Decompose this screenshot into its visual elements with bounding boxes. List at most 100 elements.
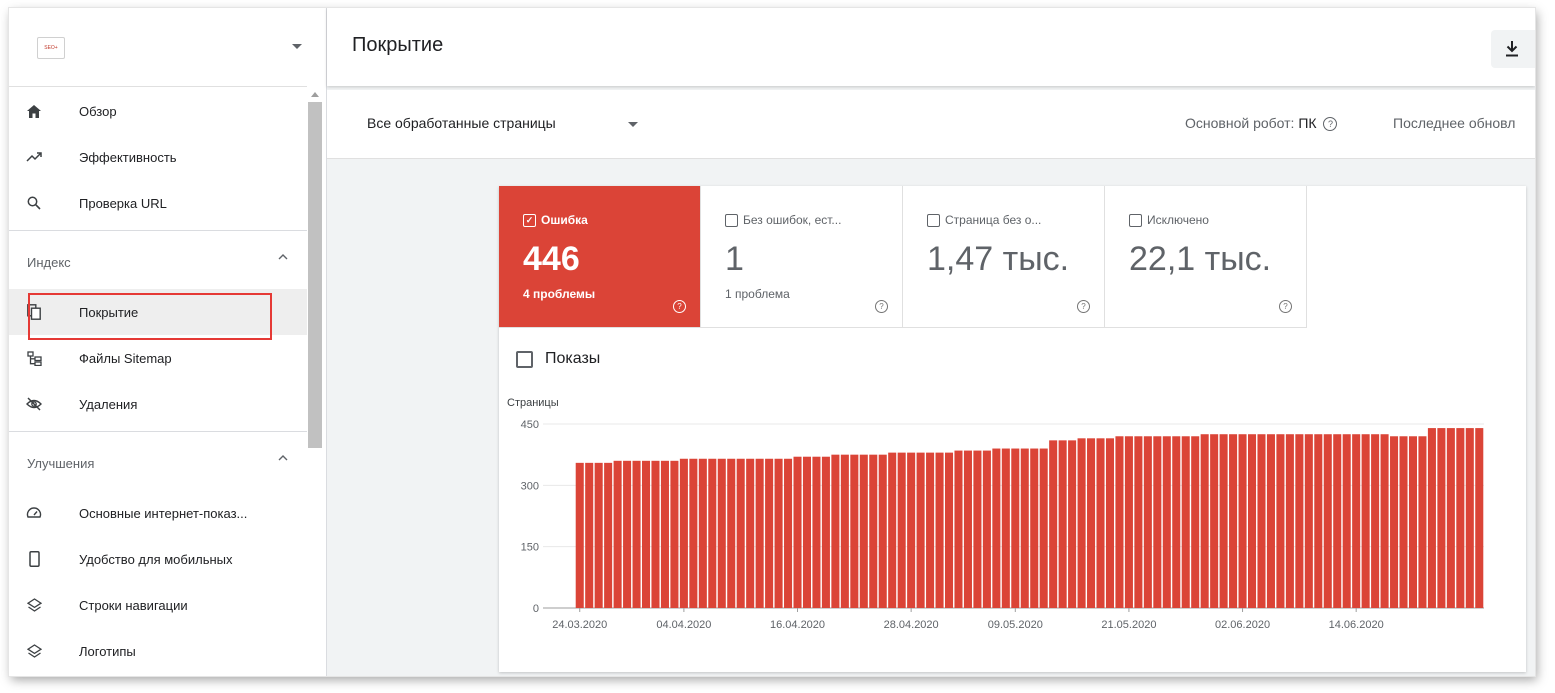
checkbox-checked-icon[interactable]: ✓ [523, 213, 536, 227]
tile-excluded[interactable]: Исключено 22,1 тыс. ? [1105, 186, 1307, 328]
chart-bar [585, 462, 594, 608]
search-icon [26, 195, 42, 211]
property-selector[interactable]: SEO+ [9, 8, 326, 87]
tile-checkbox-row[interactable]: ✓ Ошибка [523, 213, 588, 227]
main-content: Покрытие Все обработанные страницы Основ… [327, 8, 1535, 676]
trending-up-icon [26, 149, 42, 165]
x-tick-label: 09.05.2020 [988, 619, 1043, 631]
tile-valid-with-warnings[interactable]: Без ошибок, ест... 1 1 проблема ? [701, 186, 903, 328]
chart-bar [1068, 440, 1077, 608]
sidebar-item-label: Эффективность [79, 149, 177, 165]
tile-subtext: 1 проблема [725, 287, 790, 301]
y-tick-label: 0 [533, 603, 539, 615]
checkbox-icon[interactable] [1129, 213, 1142, 227]
chart-bar [1276, 434, 1285, 608]
sidebar-item-sitemaps[interactable]: Файлы Sitemap [9, 335, 307, 381]
checkbox-icon[interactable] [927, 213, 940, 227]
chart-bar [1001, 448, 1010, 608]
chevron-down-icon[interactable] [628, 122, 638, 127]
chart-bar [1418, 436, 1427, 608]
x-tick-label: 24.03.2020 [552, 619, 607, 631]
help-icon[interactable]: ? [1077, 300, 1090, 313]
chart-bar [1172, 436, 1181, 608]
chart-bar [878, 454, 887, 608]
chart-bar [660, 460, 669, 608]
chart-bar [746, 458, 755, 608]
sidebar-item-label: Обзор [79, 103, 117, 119]
sidebar-item-core-web-vitals[interactable]: Основные интернет-показ... [9, 490, 307, 536]
checkbox-icon[interactable] [725, 213, 738, 227]
coverage-chart: Страницы 0 150 300 450 24.03.2020 04.04.2020 16… [507, 397, 1484, 631]
chart-bar [831, 454, 840, 608]
tile-checkbox-row[interactable]: Без ошибок, ест... [725, 213, 841, 227]
chart-bar [717, 458, 726, 608]
page-filter-dropdown[interactable]: Все обработанные страницы [367, 115, 556, 131]
chart-bar [784, 458, 793, 608]
chart-bar [859, 454, 868, 608]
chart-bar [1427, 428, 1436, 608]
home-icon [26, 103, 42, 119]
chart-bar [632, 460, 641, 608]
chart-bar [623, 460, 632, 608]
sidebar-item-mobile-usability[interactable]: Удобство для мобильных [9, 536, 307, 582]
sidebar-item-overview[interactable]: Обзор [9, 88, 307, 134]
chart-bar [1371, 434, 1380, 608]
chart-bar [736, 458, 745, 608]
chart-bar [1191, 436, 1200, 608]
chart-bar [802, 456, 812, 608]
chart-bar [1304, 434, 1313, 608]
chart-bar [1380, 434, 1389, 608]
chart-bar [755, 458, 764, 608]
chevron-up-icon[interactable] [277, 452, 289, 467]
chart-bar [698, 458, 707, 608]
chart-bar [765, 458, 774, 608]
chart-bar [594, 462, 603, 608]
chart-bar [1390, 436, 1399, 608]
export-button[interactable] [1491, 30, 1535, 68]
sidebar-section-index[interactable]: Индекс [9, 233, 307, 289]
chart-bar [926, 452, 935, 608]
help-icon[interactable]: ? [673, 300, 686, 313]
section-title: Индекс [27, 255, 71, 270]
sidebar-section-enhancements[interactable]: Улучшения [9, 434, 307, 490]
chart-bar [1219, 434, 1228, 608]
checkbox-icon[interactable] [516, 350, 533, 368]
sidebar-item-logos[interactable]: Логотипы [9, 628, 307, 674]
app-window: SEO+ Обзор Эффективность Проверка URL Ин… [9, 8, 1535, 676]
tile-value: 1,47 тыс. [927, 240, 1070, 278]
sidebar-item-performance[interactable]: Эффективность [9, 134, 307, 180]
chart-bar [575, 462, 584, 608]
scroll-up-arrow-icon[interactable] [311, 92, 319, 97]
help-icon[interactable]: ? [1323, 117, 1338, 131]
tile-checkbox-row[interactable]: Страница без о... [927, 213, 1041, 227]
sidebar-scrollbar[interactable] [307, 86, 326, 676]
sidebar-item-label: Удаления [79, 396, 138, 412]
y-axis-label: Страницы [507, 397, 559, 409]
chart-bar [1446, 428, 1455, 608]
help-icon[interactable]: ? [875, 300, 888, 313]
sidebar-item-breadcrumbs[interactable]: Строки навигации [9, 582, 307, 628]
sidebar-item-url-inspection[interactable]: Проверка URL [9, 180, 307, 226]
tile-valid[interactable]: Страница без о... 1,47 тыс. ? [903, 186, 1105, 328]
scrollbar-thumb[interactable] [308, 102, 322, 448]
tile-checkbox-row[interactable]: Исключено [1129, 213, 1209, 227]
smartphone-icon [26, 551, 42, 567]
chevron-down-icon[interactable] [292, 44, 302, 49]
sidebar-item-label: Покрытие [79, 304, 139, 320]
chart-bar [1087, 438, 1096, 608]
impressions-toggle[interactable]: Показы [516, 350, 600, 368]
x-tick-label: 21.05.2020 [1101, 619, 1156, 631]
help-icon[interactable]: ? [1279, 300, 1292, 313]
section-title: Улучшения [27, 456, 95, 471]
chevron-up-icon[interactable] [277, 251, 289, 266]
tile-error[interactable]: ✓ Ошибка 446 4 проблемы ? [499, 186, 701, 328]
chart-bar [774, 458, 783, 608]
sidebar-item-removals[interactable]: Удаления [9, 381, 307, 427]
sidebar-item-label: Основные интернет-показ... [79, 505, 248, 521]
primary-crawler-info: Основной робот: ПК ? [1185, 115, 1338, 131]
chart-bar [708, 458, 717, 608]
sidebar-item-coverage[interactable]: Покрытие [9, 289, 307, 335]
chart-bar [1266, 434, 1275, 608]
chart-bar [821, 456, 830, 608]
chart-bar [1361, 434, 1370, 608]
